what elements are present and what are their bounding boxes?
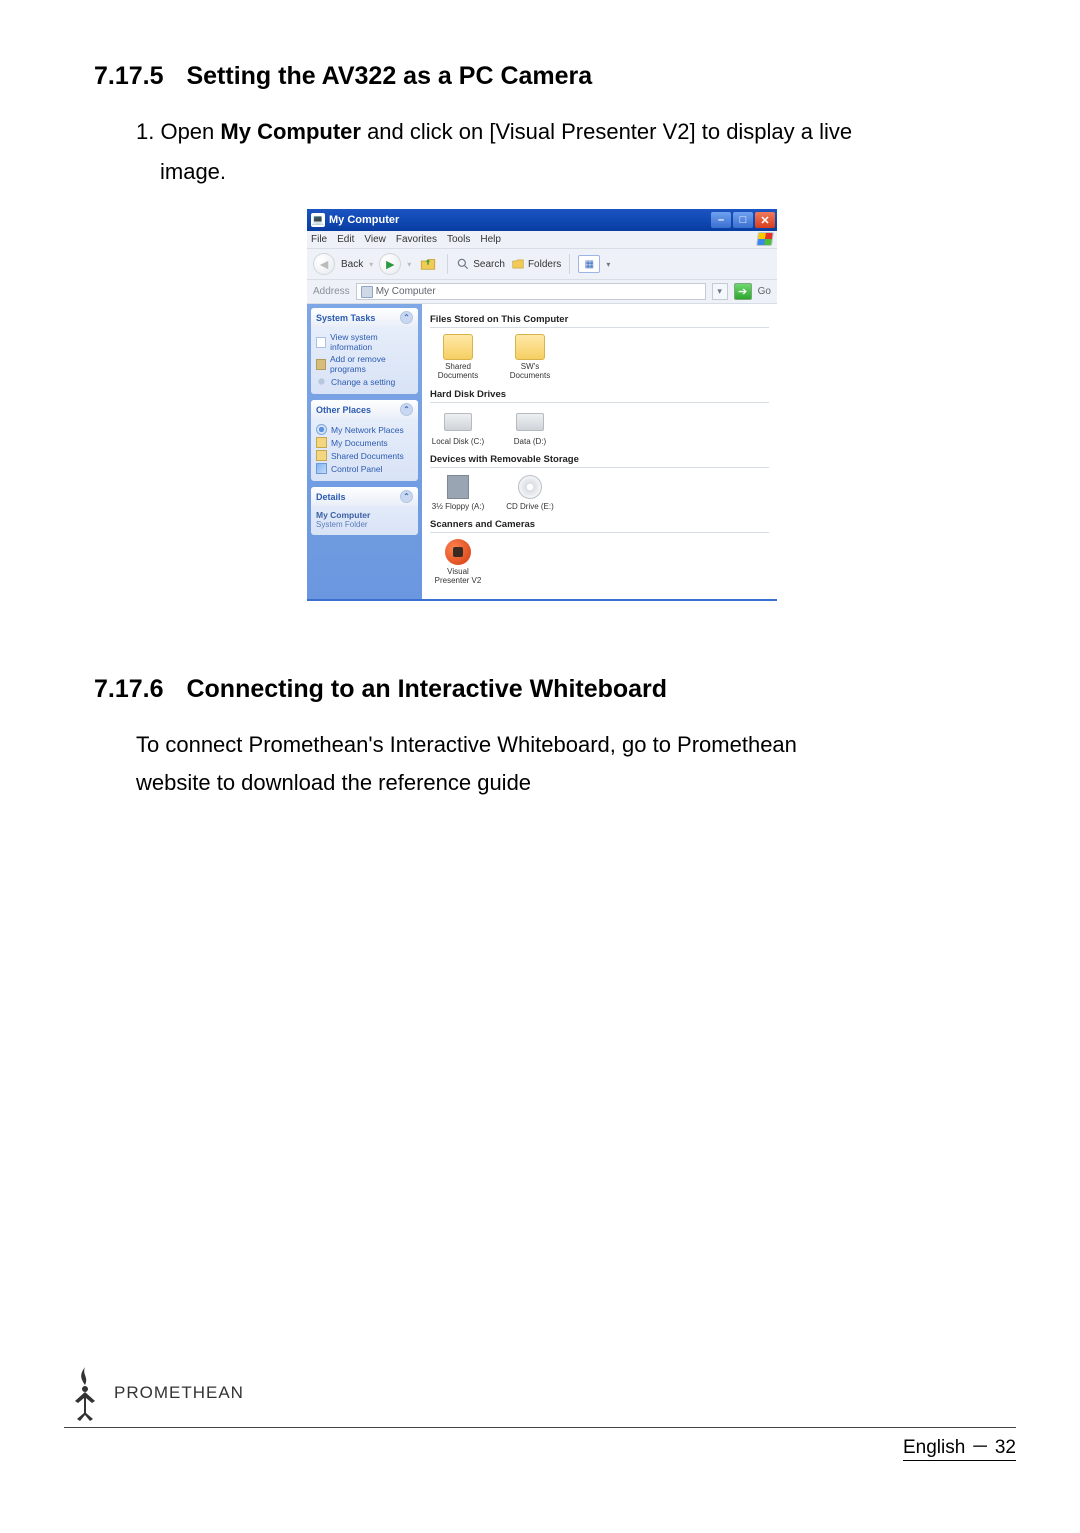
document-body: 7.17.5 Setting the AV322 as a PC Camera … (0, 0, 1080, 801)
heading-number: 7.17.5 (94, 62, 164, 90)
item-shared-documents[interactable]: Shared Documents (430, 334, 486, 380)
panel-other-places: Other Places ⌃ My Network Places My Docu… (311, 400, 418, 481)
folders-label: Folders (528, 259, 561, 270)
link-add-remove-programs[interactable]: Add or remove programs (316, 353, 413, 375)
address-dropdown-icon[interactable]: ▾ (712, 283, 728, 300)
panel-system-tasks: System Tasks ⌃ View system information A… (311, 308, 418, 394)
menu-help[interactable]: Help (480, 234, 501, 245)
link-change-setting[interactable]: Change a setting (316, 375, 413, 388)
item-sws-documents[interactable]: SW's Documents (502, 334, 558, 380)
up-button[interactable] (417, 253, 439, 275)
link-view-system-information[interactable]: View system information (316, 331, 413, 353)
panel-header[interactable]: Details ⌃ (311, 487, 418, 506)
link-my-documents[interactable]: My Documents (316, 436, 413, 449)
item-cd-drive-e[interactable]: CD Drive (E:) (502, 474, 558, 511)
computer-icon: 💻 (311, 213, 325, 227)
back-label: Back (341, 259, 363, 270)
panel-header[interactable]: Other Places ⌃ (311, 400, 418, 419)
address-bar: Address My Computer ▾ ➔ Go (307, 280, 777, 304)
heading-7-17-5: 7.17.5 Setting the AV322 as a PC Camera (94, 62, 990, 91)
windows-flag-icon (756, 232, 774, 246)
link-network-places[interactable]: My Network Places (316, 423, 413, 436)
hdd-icon (515, 409, 545, 435)
search-label: Search (473, 259, 505, 270)
paragraph-line2: website to download the reference guide (136, 766, 990, 800)
chevron-up-icon: ⌃ (400, 490, 413, 503)
address-value: My Computer (376, 286, 436, 297)
menu-file[interactable]: File (311, 234, 327, 245)
step-1: 1. Open My Computer and click on [Visual… (136, 115, 990, 149)
promethean-logo: PROMETHEAN (64, 1365, 1016, 1421)
footer-divider (64, 1427, 1016, 1428)
search-button[interactable]: Search (456, 257, 505, 271)
step-bold: My Computer (220, 119, 361, 144)
page-number: English － 32 (903, 1432, 1016, 1461)
go-button[interactable]: ➔ (734, 283, 752, 300)
chevron-up-icon: ⌃ (400, 403, 413, 416)
maximize-button[interactable]: □ (733, 212, 753, 228)
close-button[interactable]: ✕ (755, 212, 775, 228)
minimize-button[interactable]: – (711, 212, 731, 228)
item-data-d[interactable]: Data (D:) (502, 409, 558, 446)
menu-view[interactable]: View (364, 234, 386, 245)
details-type: System Folder (316, 520, 413, 529)
address-input[interactable]: My Computer (356, 283, 706, 300)
explorer-client: System Tasks ⌃ View system information A… (307, 304, 777, 601)
step-text: 1. Open (136, 119, 220, 144)
step-1-line2: image. (160, 155, 990, 189)
heading-7-17-6: 7.17.6 Connecting to an Interactive Whit… (94, 675, 990, 704)
menu-favorites[interactable]: Favorites (396, 234, 437, 245)
group-files-stored: Files Stored on This Computer (430, 312, 769, 328)
flame-person-icon (64, 1365, 106, 1421)
item-visual-presenter-v2[interactable]: Visual Presenter V2 (430, 539, 486, 585)
toolbar: ◄ Back ▾ ► ▾ Search Folders ▦ (307, 249, 777, 280)
group-removable-storage: Devices with Removable Storage (430, 452, 769, 468)
folders-button[interactable]: Folders (511, 257, 561, 271)
window-titlebar[interactable]: 💻 My Computer – □ ✕ (307, 209, 777, 231)
link-shared-documents[interactable]: Shared Documents (316, 449, 413, 462)
heading-title: Connecting to an Interactive Whiteboard (186, 675, 667, 703)
group-hard-disk-drives: Hard Disk Drives (430, 387, 769, 403)
paragraph-line1: To connect Promethean's Interactive Whit… (136, 728, 990, 762)
step-text-2: and click on [Visual Presenter V2] to di… (361, 119, 852, 144)
computer-icon (361, 286, 373, 298)
menu-tools[interactable]: Tools (447, 234, 470, 245)
address-label: Address (313, 286, 350, 297)
group-scanners-cameras: Scanners and Cameras (430, 517, 769, 533)
page-footer: PROMETHEAN English － 32 (64, 1365, 1016, 1461)
cd-icon (515, 474, 545, 500)
hdd-icon (443, 409, 473, 435)
floppy-icon (443, 474, 473, 500)
chevron-up-icon: ⌃ (400, 311, 413, 324)
panel-title: System Tasks (316, 313, 375, 323)
panel-header[interactable]: System Tasks ⌃ (311, 308, 418, 327)
item-floppy-a[interactable]: 3½ Floppy (A:) (430, 474, 486, 511)
brand-text: PROMETHEAN (114, 1383, 244, 1403)
menu-bar: File Edit View Favorites Tools Help (307, 231, 777, 249)
screenshot-my-computer: 💻 My Computer – □ ✕ File Edit View Favor… (307, 209, 777, 601)
window-title: My Computer (329, 214, 399, 226)
details-name: My Computer (316, 510, 413, 520)
heading-number: 7.17.6 (94, 675, 164, 703)
back-button[interactable]: ◄ (313, 253, 335, 275)
main-pane: Files Stored on This Computer Shared Doc… (422, 304, 777, 599)
views-dropdown-icon[interactable]: ▾ (606, 260, 610, 269)
views-button[interactable]: ▦ (578, 255, 600, 273)
menu-edit[interactable]: Edit (337, 234, 354, 245)
panel-details: Details ⌃ My Computer System Folder (311, 487, 418, 535)
side-pane: System Tasks ⌃ View system information A… (307, 304, 422, 599)
forward-button[interactable]: ► (379, 253, 401, 275)
folder-icon (443, 334, 473, 360)
panel-title: Other Places (316, 405, 371, 415)
link-control-panel[interactable]: Control Panel (316, 462, 413, 475)
item-local-disk-c[interactable]: Local Disk (C:) (430, 409, 486, 446)
camera-icon (445, 539, 471, 565)
folder-icon (515, 334, 545, 360)
panel-title: Details (316, 492, 346, 502)
heading-title: Setting the AV322 as a PC Camera (186, 62, 592, 90)
go-label: Go (758, 286, 771, 297)
